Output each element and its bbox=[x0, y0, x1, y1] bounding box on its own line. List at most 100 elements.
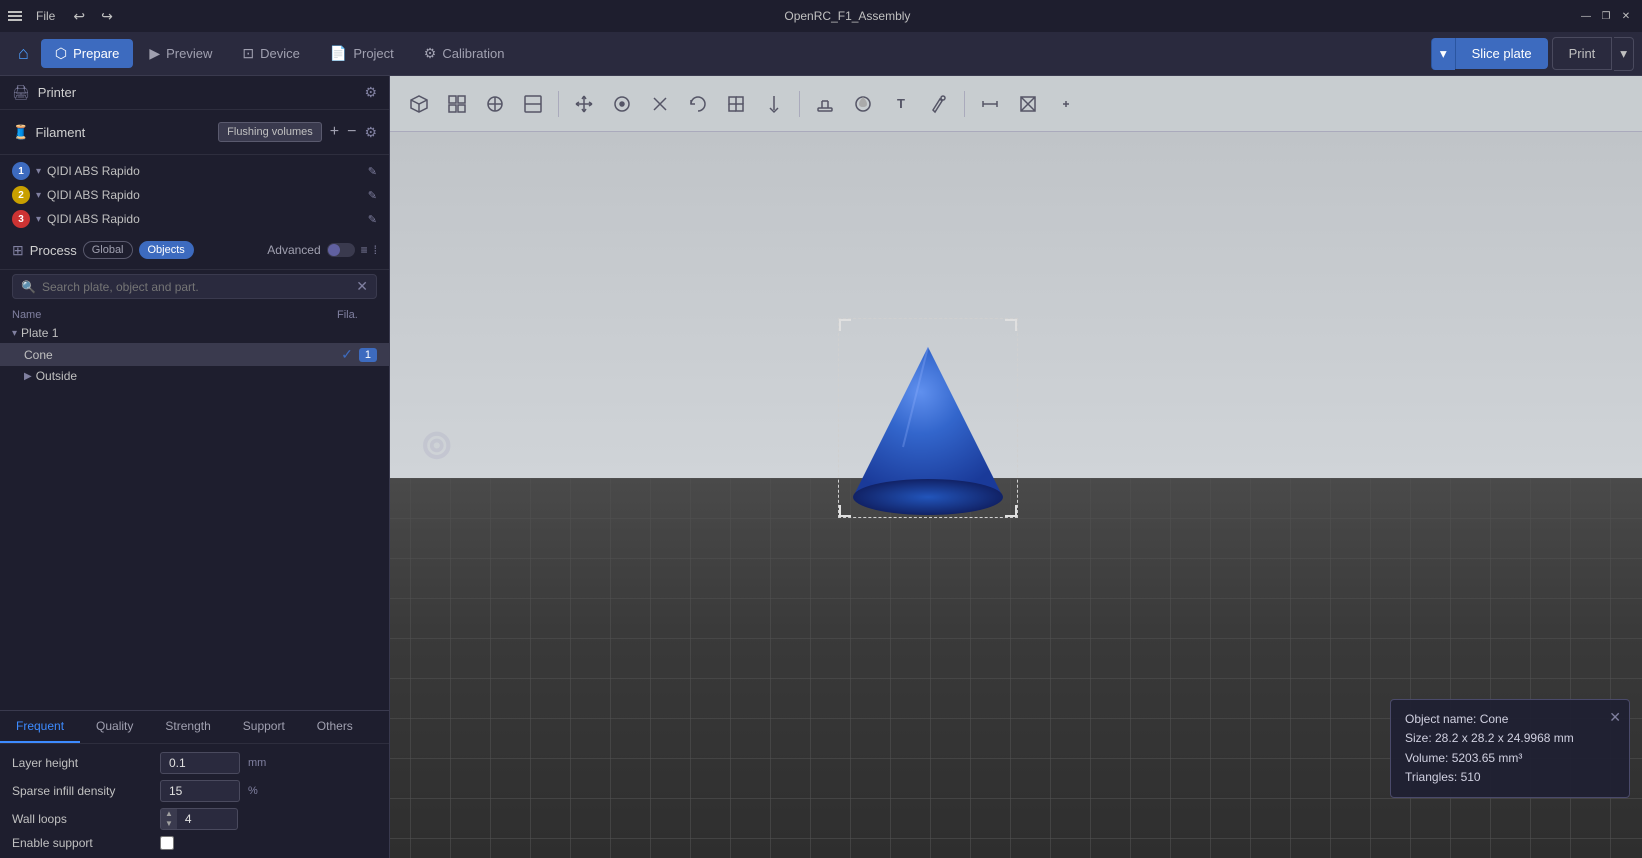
tb-color-btn[interactable] bbox=[846, 87, 880, 121]
filament-dropdown-1: ▾ bbox=[36, 166, 41, 177]
process-icons: ≡ ⁞ bbox=[361, 243, 377, 257]
global-pill[interactable]: Global bbox=[83, 241, 133, 259]
tree-col-name: Name bbox=[12, 309, 333, 321]
tb-arrange-btn[interactable] bbox=[1049, 87, 1083, 121]
tab-preview[interactable]: ▶ Preview bbox=[135, 39, 226, 68]
calibration-icon: ⚙ bbox=[424, 45, 437, 62]
selection-box bbox=[838, 318, 1018, 518]
tb-select-btn[interactable] bbox=[605, 87, 639, 121]
tb-scale-btn[interactable] bbox=[719, 87, 753, 121]
outside-label: Outside bbox=[36, 369, 377, 383]
filament-settings-icon[interactable]: ⚙ bbox=[364, 124, 377, 141]
filament-edit-1[interactable]: ✎ bbox=[368, 165, 377, 178]
filament-badge-3: 3 bbox=[12, 210, 30, 228]
objects-pill[interactable]: Objects bbox=[139, 241, 194, 259]
slice-btn[interactable]: Slice plate bbox=[1455, 38, 1548, 69]
tb-grid-btn[interactable] bbox=[440, 87, 474, 121]
tb-cut-btn[interactable] bbox=[643, 87, 677, 121]
restore-btn[interactable]: ❐ bbox=[1598, 8, 1614, 24]
corner-br bbox=[1005, 505, 1017, 517]
menu-file[interactable]: File bbox=[30, 7, 61, 25]
flushing-volumes-btn[interactable]: Flushing volumes bbox=[218, 122, 322, 142]
tree-cone[interactable]: Cone ✓ 1 bbox=[0, 343, 389, 366]
tab-quality[interactable]: Quality bbox=[80, 711, 149, 743]
cone-check-icon: ✓ bbox=[341, 346, 353, 363]
printer-settings-icon[interactable]: ⚙ bbox=[364, 84, 377, 101]
process-list-icon[interactable]: ≡ bbox=[361, 243, 368, 257]
process-dots-icon[interactable]: ⁞ bbox=[374, 243, 377, 257]
wall-loops-label: Wall loops bbox=[12, 812, 152, 826]
grid-overlay bbox=[390, 478, 1642, 858]
tb-sep-1 bbox=[558, 91, 559, 117]
close-btn[interactable]: ✕ bbox=[1618, 8, 1634, 24]
filament-name-2: QIDI ABS Rapido bbox=[47, 188, 362, 202]
remove-filament-btn[interactable]: − bbox=[345, 123, 358, 141]
redo-btn[interactable]: ↪ bbox=[97, 8, 117, 25]
home-btn[interactable]: ⌂ bbox=[8, 37, 39, 70]
filament-edit-3[interactable]: ✎ bbox=[368, 213, 377, 226]
process-label: Process bbox=[30, 243, 77, 258]
layer-height-input[interactable] bbox=[160, 752, 240, 774]
info-close-btn[interactable]: ✕ bbox=[1609, 706, 1621, 728]
tb-text-btn[interactable]: T bbox=[884, 87, 918, 121]
home-icon: ⌂ bbox=[18, 43, 29, 64]
info-triangles: Triangles: 510 bbox=[1405, 768, 1615, 787]
slice-dropdown-arrow[interactable]: ▾ bbox=[1431, 38, 1455, 70]
project-label: Project bbox=[353, 46, 393, 61]
minimize-btn[interactable]: — bbox=[1578, 8, 1594, 24]
tb-move-btn[interactable] bbox=[567, 87, 601, 121]
tb-slice-view-btn[interactable] bbox=[516, 87, 550, 121]
tab-device[interactable]: ⊡ Device bbox=[228, 39, 313, 68]
process-grid-icon: ⊞ bbox=[12, 242, 24, 259]
tree-col-fila: Fila. bbox=[337, 309, 377, 321]
filament-edit-2[interactable]: ✎ bbox=[368, 189, 377, 202]
tb-orient-btn[interactable] bbox=[478, 87, 512, 121]
tab-calibration[interactable]: ⚙ Calibration bbox=[410, 39, 519, 68]
print-dropdown[interactable]: ▾ bbox=[1614, 37, 1634, 71]
wall-loops-up[interactable]: ▲ bbox=[161, 809, 177, 819]
tab-project[interactable]: 📄 Project bbox=[316, 39, 408, 68]
tab-strength[interactable]: Strength bbox=[149, 711, 226, 743]
sparse-infill-input[interactable] bbox=[160, 780, 240, 802]
search-close-icon[interactable]: ✕ bbox=[356, 278, 368, 295]
filament-badge-1: 1 bbox=[12, 162, 30, 180]
title-bar: File ↩ ↪ OpenRC_F1_Assembly — ❐ ✕ bbox=[0, 0, 1642, 32]
plate-label: Plate 1 bbox=[21, 326, 377, 340]
enable-support-checkbox[interactable] bbox=[160, 836, 174, 850]
tree-plate-1[interactable]: ▾ Plate 1 bbox=[0, 323, 389, 343]
cone-object[interactable] bbox=[838, 318, 1018, 518]
tb-perspective-btn[interactable] bbox=[402, 87, 436, 121]
add-filament-btn[interactable]: + bbox=[328, 123, 341, 141]
tab-support[interactable]: Support bbox=[227, 711, 301, 743]
tb-crosshatch-btn[interactable] bbox=[1011, 87, 1045, 121]
viewport-3d-content[interactable]: ⊚ bbox=[390, 132, 1642, 858]
filament-add-remove: + − bbox=[328, 123, 359, 141]
tb-support-btn[interactable] bbox=[808, 87, 842, 121]
search-input[interactable] bbox=[42, 280, 350, 294]
bottom-tabs: Frequent Quality Strength Support Others… bbox=[0, 710, 389, 858]
sparse-infill-label: Sparse infill density bbox=[12, 784, 152, 798]
tb-paint-btn[interactable] bbox=[922, 87, 956, 121]
tree-header: Name Fila. bbox=[0, 307, 389, 323]
layer-height-row: Layer height mm bbox=[12, 752, 377, 774]
filament-entries: 1 ▾ QIDI ABS Rapido ✎ 2 ▾ QIDI ABS Rapid… bbox=[0, 155, 389, 235]
tab-prepare[interactable]: ⬡ Prepare bbox=[41, 39, 133, 68]
print-btn[interactable]: Print bbox=[1552, 37, 1613, 70]
tab-others[interactable]: Others bbox=[301, 711, 369, 743]
hamburger-icon[interactable] bbox=[8, 11, 22, 21]
window-controls: — ❐ ✕ bbox=[1578, 8, 1634, 24]
device-label: Device bbox=[260, 46, 300, 61]
wall-loops-down[interactable]: ▼ bbox=[161, 819, 177, 829]
advanced-toggle-switch[interactable] bbox=[327, 243, 355, 257]
tb-sep-3 bbox=[964, 91, 965, 117]
undo-btn[interactable]: ↩ bbox=[69, 8, 89, 25]
printer-icon: 🖨 bbox=[12, 84, 30, 101]
prepare-icon: ⬡ bbox=[55, 45, 67, 62]
tb-measure-btn[interactable] bbox=[973, 87, 1007, 121]
tb-rotate-btn[interactable] bbox=[681, 87, 715, 121]
tb-place-btn[interactable] bbox=[757, 87, 791, 121]
tree-outside[interactable]: ▶ Outside bbox=[0, 366, 389, 386]
wall-loops-input[interactable] bbox=[177, 809, 237, 829]
tab-frequent[interactable]: Frequent bbox=[0, 711, 80, 743]
filament-dropdown-3: ▾ bbox=[36, 214, 41, 225]
